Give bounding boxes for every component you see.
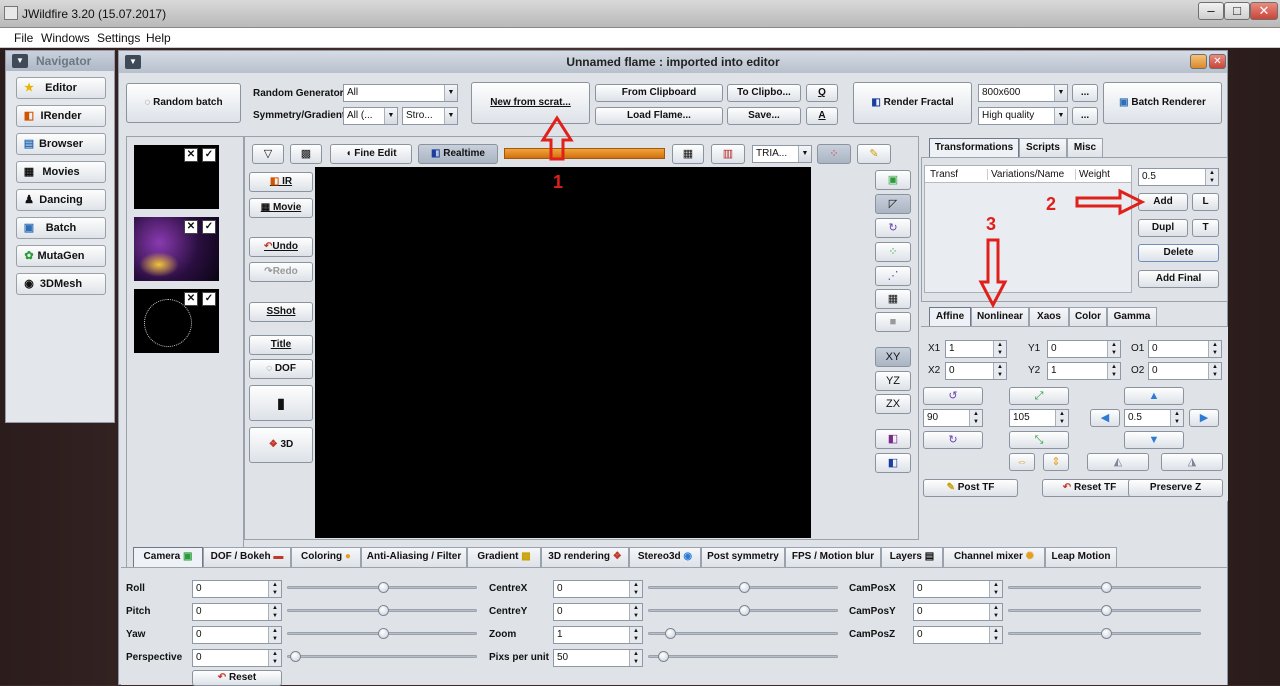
- annotation-number-1: 1: [553, 172, 564, 192]
- annotation-arrow-3: [978, 238, 1008, 309]
- annotation-arrow-2: [1075, 188, 1146, 216]
- annotation-overlay: [540, 115, 1146, 309]
- annotation-number-3: 3: [986, 214, 997, 234]
- annotation-arrow-1: [540, 115, 574, 161]
- annotation-number-2: 2: [1046, 194, 1057, 214]
